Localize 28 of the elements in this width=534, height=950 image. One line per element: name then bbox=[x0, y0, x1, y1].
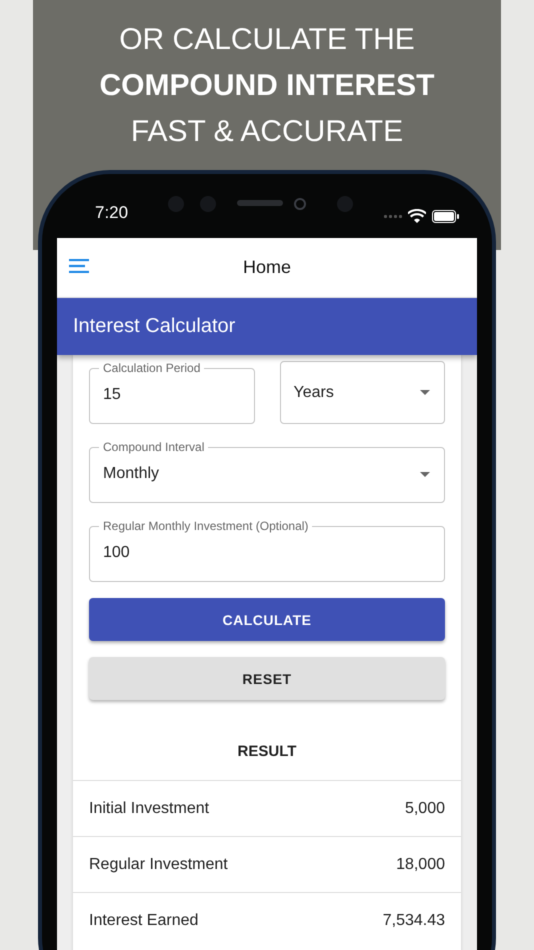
result-title: RESULT bbox=[236, 742, 298, 762]
caret-icon bbox=[420, 472, 430, 476]
status-time: 7:20 bbox=[95, 203, 128, 223]
wifi-icon bbox=[408, 209, 426, 223]
header-title: Interest Calculator bbox=[73, 315, 236, 338]
reset-button[interactable]: RESET bbox=[89, 657, 445, 700]
dropdown-field[interactable]: Years bbox=[280, 361, 445, 424]
result-label: Regular Investment bbox=[89, 856, 228, 874]
banner-text: OR CALCULATE THE bbox=[119, 22, 415, 58]
input-field[interactable]: Regular Monthly Investment (Optional) 100 bbox=[89, 519, 445, 582]
banner-text: COMPOUND INTEREST bbox=[99, 68, 434, 104]
dropdown-field[interactable]: Compound Interval Monthly bbox=[89, 440, 445, 503]
banner-text: FAST & ACCURATE bbox=[130, 114, 404, 150]
field-label: Calculation Period bbox=[102, 361, 202, 375]
field-label: Regular Monthly Investment (Optional) bbox=[102, 519, 310, 533]
result-value: 7,534.43 bbox=[382, 912, 445, 930]
calculate-button[interactable]: CALCULATE bbox=[89, 598, 445, 641]
caret-icon bbox=[420, 390, 430, 395]
signal-icon bbox=[384, 214, 402, 218]
result-value: 18,000 bbox=[396, 856, 445, 874]
result-value: 5,000 bbox=[404, 800, 445, 818]
input-field[interactable]: Calculation Period 15 bbox=[89, 361, 254, 424]
battery-icon bbox=[432, 210, 459, 222]
result-label: Initial Investment bbox=[89, 800, 210, 818]
screen-title: Home bbox=[242, 257, 291, 278]
field-label: Compound Interval bbox=[102, 440, 206, 454]
result-label: Interest Earned bbox=[89, 912, 198, 930]
menu-icon[interactable] bbox=[69, 259, 89, 273]
